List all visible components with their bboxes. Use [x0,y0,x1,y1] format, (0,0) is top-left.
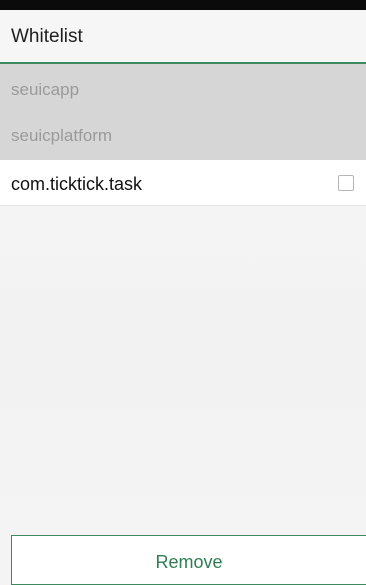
remove-button[interactable]: Remove [11,535,366,585]
system-app-item: seuicapp [11,80,80,99]
app-select-checkbox[interactable] [338,175,354,191]
whitelist-screen: Whitelist seuicapp seuicplatform com.tic… [0,0,366,585]
system-app-item: seuicplatform [11,126,113,145]
system-whitelist-block: seuicapp seuicplatform [0,64,366,160]
remove-button-label: Remove [155,552,223,572]
status-bar-strip [0,0,366,10]
app-package-label: com.ticktick.task [11,174,143,194]
header-bar: Whitelist [0,10,366,64]
page-title: Whitelist [11,26,83,47]
whitelist-app-row[interactable]: com.ticktick.task [0,160,366,206]
